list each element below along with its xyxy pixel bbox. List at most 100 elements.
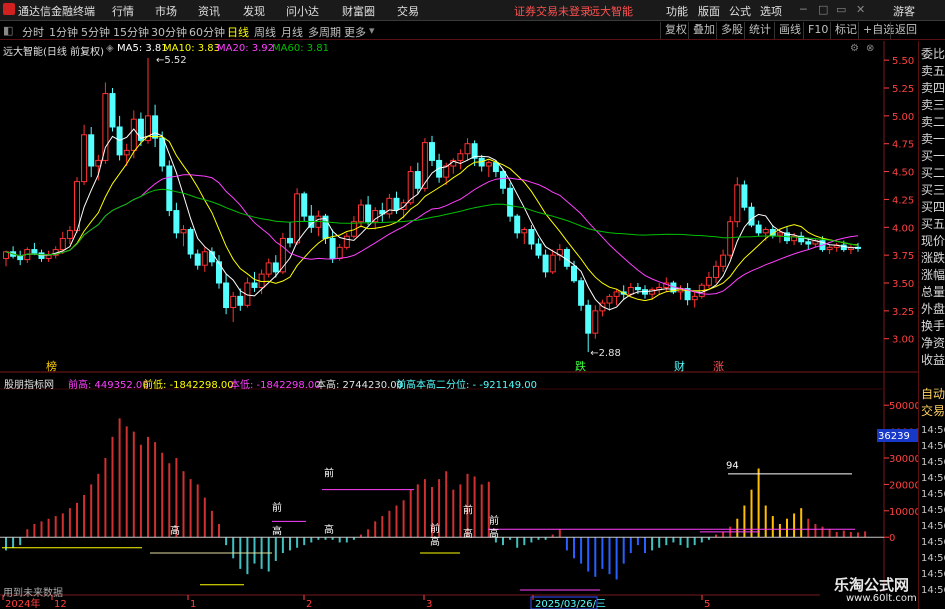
- candle-body: [173, 210, 180, 234]
- sidebar-label: 收益: [921, 353, 945, 367]
- tick-time: 14:56: [921, 425, 945, 436]
- sidebar-label: 涨跌: [921, 251, 945, 265]
- candle-body: [74, 181, 80, 232]
- menu-bar: 通达信金融终端 行情 市场 资讯 发现 问小达 财富圈 交易 证券交易未登录 远…: [0, 0, 945, 21]
- menu-jiaoyi[interactable]: 交易: [397, 3, 419, 19]
- btn-duogu[interactable]: 多股: [716, 22, 747, 39]
- candle-body: [492, 162, 499, 173]
- candle-body: [755, 224, 762, 234]
- candle-body: [102, 93, 109, 161]
- period-5min[interactable]: 5分钟: [81, 24, 110, 40]
- candle-body: [507, 187, 514, 217]
- candle-body: [464, 143, 471, 155]
- panel-toggle-icon[interactable]: ◧: [3, 24, 13, 37]
- menu-gongneng[interactable]: 功能: [666, 3, 688, 19]
- btn-fuquan[interactable]: 复权: [660, 22, 691, 39]
- legend-ma20: MA20: 3.92: [217, 43, 275, 54]
- minimize-icon[interactable]: ─: [800, 3, 807, 16]
- period-multi[interactable]: 多周期: [308, 24, 341, 40]
- date-label: 2: [306, 599, 312, 609]
- stock-name: 远大智能: [589, 5, 633, 18]
- ind-tick-label: 0: [889, 533, 895, 544]
- period-monthly[interactable]: 月线: [281, 24, 303, 40]
- price-tick-label: 3.25: [892, 307, 914, 318]
- restore-icon[interactable]: □: [818, 3, 828, 16]
- menu-banmian[interactable]: 版面: [698, 3, 720, 19]
- candle-body: [201, 251, 208, 266]
- btn-tongji[interactable]: 统计: [744, 22, 775, 39]
- menu-gongshi[interactable]: 公式: [729, 3, 751, 19]
- period-1min[interactable]: 1分钟: [49, 24, 78, 40]
- candle-body: [521, 229, 528, 234]
- candle-body: [66, 230, 73, 239]
- menu-zixun[interactable]: 资讯: [198, 3, 220, 19]
- btn-biaoji[interactable]: 标记: [830, 22, 861, 39]
- date-label: 5: [704, 599, 710, 609]
- menu-caifuquan[interactable]: 财富圈: [342, 3, 375, 19]
- period-more[interactable]: 更多: [344, 24, 366, 40]
- btn-diejia[interactable]: 叠加: [688, 22, 719, 39]
- menu-faxian[interactable]: 发现: [243, 3, 265, 19]
- ind-mark-label: 高: [489, 527, 499, 540]
- candle-body: [578, 280, 585, 306]
- candle-body: [294, 193, 301, 244]
- maximize-icon[interactable]: ▭: [836, 3, 846, 16]
- period-60min[interactable]: 60分钟: [189, 24, 225, 40]
- candle-body: [223, 282, 230, 309]
- price-tick-label: 4.25: [892, 195, 914, 206]
- login-alert[interactable]: 证券交易未登录: [514, 3, 591, 19]
- candle-body: [585, 304, 592, 334]
- period-daily[interactable]: 日线: [227, 24, 249, 40]
- btn-huaxian[interactable]: 画线: [774, 22, 805, 39]
- app-logo-icon: [3, 3, 15, 15]
- candle-body: [393, 197, 400, 210]
- sidebar-label: 现价: [921, 234, 945, 248]
- candle-body: [265, 262, 272, 275]
- candle-body: [826, 246, 833, 251]
- candle-body: [457, 153, 464, 161]
- sidebar-label: 净资: [921, 336, 945, 350]
- tick-time: 14:56: [921, 521, 945, 532]
- ind-peak-label: 94: [726, 461, 739, 472]
- more-chevron-icon[interactable]: ▾: [369, 24, 375, 37]
- settings-gear-icon[interactable]: ⚙: [850, 43, 859, 54]
- panel-close-icon[interactable]: ⊗: [866, 43, 874, 54]
- candle-body: [251, 282, 258, 288]
- sidebar-label: 委比: [921, 47, 945, 61]
- btn-f10[interactable]: F10: [803, 22, 832, 39]
- menu-xuanxiang[interactable]: 选项: [760, 3, 782, 19]
- guest-label[interactable]: 游客: [893, 3, 915, 19]
- ind-mark-label: 前: [430, 522, 440, 535]
- sidebar-label: 卖三: [921, 98, 945, 112]
- period-fenshi[interactable]: 分时: [22, 24, 44, 40]
- tick-time: 14:56: [921, 553, 945, 564]
- tick-time: 14:56: [921, 569, 945, 580]
- menu-hangqing[interactable]: 行情: [112, 3, 134, 19]
- tick-time: 14:56: [921, 457, 945, 468]
- period-30min[interactable]: 30分钟: [151, 24, 187, 40]
- price-tick-label: 3.00: [892, 335, 914, 346]
- sidebar-label: 外盘: [921, 302, 945, 316]
- menu-shichang[interactable]: 市场: [155, 3, 177, 19]
- event-mark: 涨: [713, 360, 724, 373]
- ind-legend-qd: 前低: -1842298.00: [143, 380, 234, 391]
- price-tick-label: 4.75: [892, 140, 914, 151]
- menu-wenxiaoda[interactable]: 问小达: [286, 3, 319, 19]
- candle-body: [592, 310, 599, 334]
- candle-body: [748, 206, 755, 226]
- candle-body: [606, 295, 613, 304]
- btn-fanhui[interactable]: 返回: [890, 22, 921, 39]
- period-15min[interactable]: 15分钟: [113, 24, 149, 40]
- candle-body: [343, 235, 350, 248]
- candle-body: [237, 295, 244, 306]
- price-tick-label: 4.00: [892, 223, 914, 234]
- candle-body: [88, 134, 95, 167]
- candle-body: [762, 229, 769, 234]
- main-legend-title: 远大智能(日线 前复权): [3, 47, 104, 58]
- candle-body: [571, 265, 577, 282]
- candle-body: [81, 134, 88, 183]
- period-weekly[interactable]: 周线: [254, 24, 276, 40]
- candle-body: [365, 204, 372, 223]
- close-icon[interactable]: ✕: [856, 3, 865, 16]
- ind-value-badge-text: 36239: [878, 431, 910, 442]
